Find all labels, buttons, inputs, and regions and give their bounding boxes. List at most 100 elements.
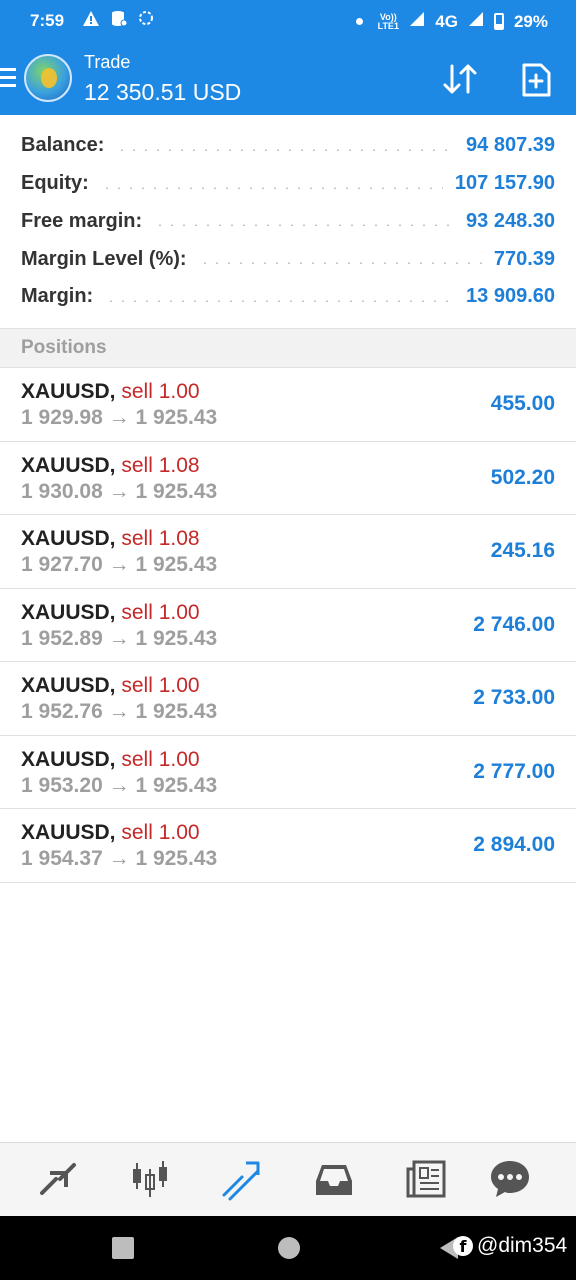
open-price: 1 952.89 (21, 626, 103, 650)
position-row[interactable]: XAUUSD, sell 1.08 1 927.70 → 1 925.43 24… (0, 515, 576, 589)
dotted-leader (198, 262, 482, 265)
position-row[interactable]: XAUUSD, sell 1.00 1 952.76 → 1 925.43 2 … (0, 662, 576, 736)
current-price: 1 925.43 (135, 847, 218, 870)
account-row-balance: Balance: 94 807.39 (0, 127, 576, 165)
arrow-icon: → (108, 479, 130, 503)
warning-icon (82, 10, 100, 33)
arrow-icon: → (108, 406, 130, 429)
history-icon[interactable] (312, 1157, 356, 1201)
position-profit: 2 894.00 (473, 833, 555, 856)
app-bar: Trade 12 350.51 USD (0, 44, 576, 115)
status-time: 7:59 (30, 11, 65, 30)
status-bar: 7:59 Vo)) LTE1 4G 29% (0, 0, 576, 44)
quotes-icon[interactable] (36, 1157, 80, 1201)
arrow-icon: → (108, 847, 130, 870)
account-value: 770.39 (493, 247, 555, 270)
account-row-equity: Equity: 107 157.90 (0, 165, 576, 203)
position-row[interactable]: XAUUSD, sell 1.00 1 953.20 → 1 925.43 2 … (0, 736, 576, 809)
account-row-free-margin: Free margin: 93 248.30 (0, 203, 576, 241)
position-profit: 245.16 (490, 539, 555, 562)
position-title: XAUUSD, sell 1.00 (21, 674, 200, 698)
dotted-leader (116, 148, 455, 151)
trade-icon[interactable] (220, 1157, 264, 1201)
position-title: XAUUSD, sell 1.08 (21, 454, 200, 478)
battery-icon (493, 13, 504, 30)
position-row[interactable]: XAUUSD, sell 1.00 1 929.98 → 1 925.43 45… (0, 368, 576, 442)
position-symbol: XAUUSD, (21, 674, 116, 697)
account-row-margin: Margin: 13 909.60 (0, 278, 576, 316)
account-value: 94 807.39 (466, 134, 555, 157)
sort-icon[interactable] (440, 62, 480, 96)
position-row[interactable]: XAUUSD, sell 1.00 1 954.37 → 1 925.43 2 … (0, 809, 576, 883)
position-title: XAUUSD, sell 1.00 (21, 601, 200, 625)
open-price: 1 954.37 (21, 847, 103, 870)
current-price: 1 925.43 (135, 553, 218, 576)
home-button[interactable] (278, 1237, 300, 1259)
battery-percent: 29% (513, 11, 548, 31)
account-profit-total: 12 350.51 USD (84, 79, 242, 105)
position-row[interactable]: XAUUSD, sell 1.00 1 952.89 → 1 925.43 2 … (0, 589, 576, 662)
position-type: sell 1.08 (121, 527, 200, 550)
position-profit: 2 777.00 (473, 759, 555, 783)
arrow-icon: → (108, 700, 130, 723)
position-symbol: XAUUSD, (21, 380, 116, 403)
signal-icon-2 (468, 11, 484, 32)
chat-icon[interactable] (488, 1157, 532, 1201)
system-nav-bar: f @dim354 (0, 1216, 576, 1280)
open-price: 1 930.08 (21, 479, 103, 503)
position-symbol: XAUUSD, (21, 821, 116, 844)
dot-icon (356, 18, 364, 25)
account-label: Margin Level (%): (21, 247, 187, 270)
position-type: sell 1.00 (121, 821, 200, 844)
facebook-icon: f (453, 1236, 473, 1256)
position-symbol: XAUUSD, (21, 600, 116, 624)
current-price: 1 925.43 (135, 700, 218, 723)
position-title: XAUUSD, sell 1.00 (21, 380, 200, 404)
dotted-leader (105, 299, 455, 302)
status-left-icons (82, 10, 154, 33)
position-symbol: XAUUSD, (21, 527, 116, 550)
account-label: Free margin: (21, 209, 143, 232)
position-profit: 455.00 (490, 392, 555, 415)
position-prices: 1 927.70 → 1 925.43 (21, 553, 217, 577)
open-price: 1 929.98 (21, 406, 103, 429)
new-order-icon[interactable] (521, 63, 551, 97)
position-prices: 1 954.37 → 1 925.43 (21, 847, 217, 871)
current-price: 1 925.43 (135, 406, 218, 429)
storage-icon (110, 10, 128, 33)
position-prices: 1 952.76 → 1 925.43 (21, 700, 217, 724)
position-symbol: XAUUSD, (21, 747, 116, 771)
position-title: XAUUSD, sell 1.08 (21, 527, 200, 551)
account-label: Margin: (21, 285, 94, 308)
positions-list: XAUUSD, sell 1.00 1 929.98 → 1 925.43 45… (0, 368, 576, 883)
position-type: sell 1.00 (121, 600, 200, 624)
position-type: sell 1.08 (121, 453, 200, 477)
position-profit: 2 733.00 (473, 686, 555, 709)
account-value: 93 248.30 (466, 209, 555, 232)
arrow-icon: → (108, 773, 130, 797)
position-title: XAUUSD, sell 1.00 (21, 748, 200, 772)
account-value: 13 909.60 (466, 285, 555, 308)
position-type: sell 1.00 (121, 747, 200, 771)
volte-icon: Vo)) LTE1 (377, 11, 399, 31)
positions-header: Positions (0, 328, 576, 368)
position-prices: 1 929.98 → 1 925.43 (21, 406, 217, 430)
page-title: Trade (84, 52, 131, 72)
recent-apps-button[interactable] (112, 1237, 134, 1259)
network-type: 4G (435, 11, 458, 31)
account-row-margin-level: Margin Level (%): 770.39 (0, 240, 576, 278)
news-icon[interactable] (404, 1157, 448, 1201)
current-price: 1 925.43 (135, 479, 218, 503)
position-prices: 1 953.20 → 1 925.43 (21, 774, 217, 798)
watermark-text: @dim354 (477, 1234, 568, 1257)
status-right-icons: Vo)) LTE1 4G 29% (356, 11, 548, 32)
position-prices: 1 952.89 → 1 925.43 (21, 627, 217, 651)
sync-icon (138, 10, 154, 33)
position-row[interactable]: XAUUSD, sell 1.08 1 930.08 → 1 925.43 50… (0, 442, 576, 515)
account-value: 107 157.90 (454, 172, 555, 195)
current-price: 1 925.43 (135, 773, 218, 797)
open-price: 1 952.76 (21, 700, 103, 723)
menu-icon[interactable] (0, 68, 16, 88)
open-price: 1 927.70 (21, 553, 103, 576)
chart-icon[interactable] (128, 1157, 172, 1201)
